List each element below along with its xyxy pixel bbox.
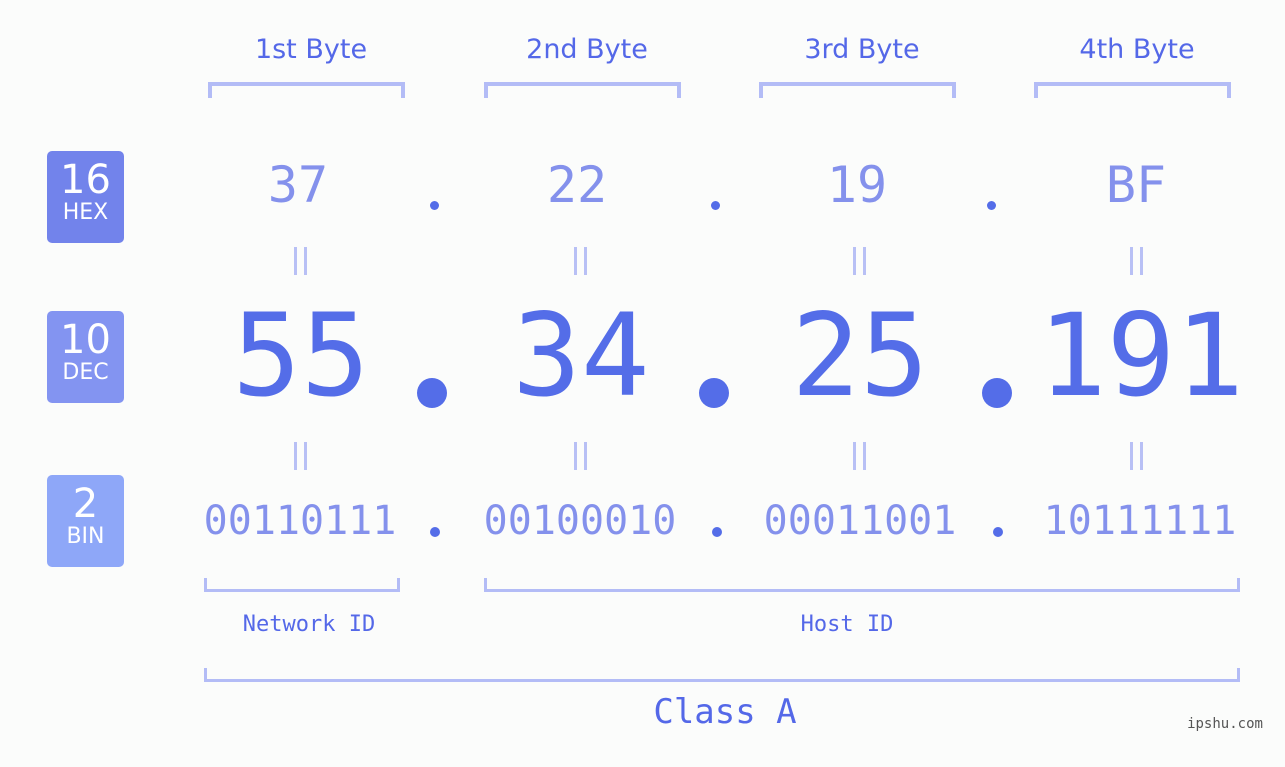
hex-byte-1: 37 [267, 156, 329, 214]
dec-byte-3: 25 [791, 289, 929, 422]
equals-icon [1122, 247, 1152, 275]
hex-byte-3: 19 [826, 156, 888, 214]
dec-separator-dot [417, 378, 447, 408]
equals-icon [566, 247, 596, 275]
dec-base-label: DEC [62, 360, 109, 385]
class-bracket [204, 668, 1240, 682]
bin-separator-dot [712, 527, 722, 537]
equals-icon [286, 442, 316, 470]
network-id-label: Network ID [242, 612, 376, 637]
byte-2-bracket [484, 82, 681, 98]
bin-byte-1: 00110111 [203, 498, 397, 544]
dec-badge: 10 DEC [47, 311, 124, 403]
equals-icon [845, 247, 875, 275]
hex-byte-4: BF [1105, 156, 1167, 214]
ip-class-label: Class A [653, 692, 797, 732]
byte-1-bracket [208, 82, 405, 98]
dec-byte-1: 55 [232, 289, 370, 422]
bin-byte-4: 10111111 [1043, 498, 1237, 544]
equals-icon [566, 442, 596, 470]
byte-2-label: 2nd Byte [526, 34, 648, 65]
equals-icon [845, 442, 875, 470]
bin-base-label: BIN [66, 524, 105, 549]
dec-separator-dot [699, 378, 729, 408]
bin-base-number: 2 [72, 481, 99, 527]
bin-separator-dot [430, 527, 440, 537]
bin-badge: 2 BIN [47, 475, 124, 567]
hex-badge: 16 HEX [47, 151, 124, 243]
host-id-bracket [484, 578, 1240, 592]
equals-icon [1122, 442, 1152, 470]
byte-1-label: 1st Byte [254, 34, 368, 65]
hex-base-number: 16 [60, 157, 111, 203]
bin-byte-2: 00100010 [483, 498, 677, 544]
equals-icon [286, 247, 316, 275]
dec-base-number: 10 [60, 317, 111, 363]
byte-3-label: 3rd Byte [804, 34, 920, 65]
hex-base-label: HEX [62, 200, 109, 225]
bin-separator-dot [993, 527, 1003, 537]
watermark: ipshu.com [1187, 716, 1263, 732]
bin-byte-3: 00011001 [763, 498, 957, 544]
network-id-bracket [204, 578, 400, 592]
host-id-label: Host ID [800, 612, 894, 637]
hex-byte-2: 22 [546, 156, 608, 214]
hex-separator-dot [430, 201, 439, 210]
hex-separator-dot [711, 201, 720, 210]
dec-byte-4: 191 [1038, 289, 1244, 422]
byte-4-bracket [1034, 82, 1231, 98]
hex-separator-dot [987, 201, 996, 210]
dec-byte-2: 34 [512, 289, 650, 422]
byte-4-label: 4th Byte [1079, 34, 1195, 65]
dec-separator-dot [982, 378, 1012, 408]
byte-3-bracket [759, 82, 956, 98]
